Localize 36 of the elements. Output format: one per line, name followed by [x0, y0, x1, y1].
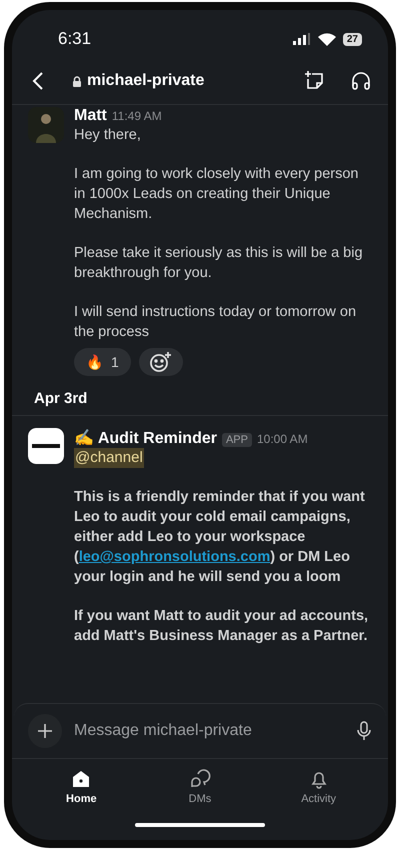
- battery-level: 27: [342, 32, 362, 46]
- nav-tab[interactable]: Activity: [274, 767, 364, 806]
- message-time: 11:49 AM: [112, 109, 162, 123]
- nav-tab[interactable]: DMs: [154, 767, 245, 806]
- message-text: This is a friendly reminder that if you want Leo to audit your cold email campaigns, either add Leo to your workspace (leo@sophronsolutions.com) or DM Leo your login and he will send you a loom: [74, 488, 366, 587]
- add-reaction-button[interactable]: [138, 348, 183, 376]
- plus-icon: [37, 723, 53, 739]
- email-link[interactable]: leo@sophronsolutions.com: [78, 549, 270, 565]
- date-divider: Apr 3rd: [12, 388, 388, 416]
- message-text: I am going to work closely with every person in 1000x Leads on creating their Unique Mechanism.: [74, 165, 360, 224]
- headphones-icon[interactable]: [350, 70, 372, 92]
- message-text: Hey there,: [74, 126, 142, 145]
- message-text: If you want Matt to audit your ad accounts, add Matt's Business Manager as a Partner.: [74, 607, 370, 646]
- microphone-icon[interactable]: [356, 721, 372, 741]
- smiley-plus-icon: [148, 351, 173, 373]
- app-logo-icon: [28, 428, 64, 464]
- status-time: 6:31: [58, 29, 92, 49]
- author-name[interactable]: Matt: [74, 107, 107, 125]
- app-badge: APP: [222, 433, 252, 447]
- canvas-icon[interactable]: [304, 70, 326, 92]
- attach-button[interactable]: [28, 714, 62, 748]
- message-time: 10:00 AM: [256, 432, 308, 446]
- back-icon[interactable]: [32, 71, 44, 91]
- channel-name[interactable]: michael-private: [87, 72, 204, 90]
- message-text: I will send instructions today or tomorrow on the process: [74, 303, 358, 342]
- nav-tab[interactable]: Home: [36, 767, 126, 806]
- channel-mention[interactable]: @channel: [74, 448, 144, 468]
- signal-icon: [292, 33, 311, 45]
- lock-icon: [72, 76, 82, 86]
- chat-bubbles-icon: [188, 768, 211, 790]
- author-name[interactable]: ✍ Audit Reminder: [74, 428, 217, 448]
- message-input[interactable]: Message michael-private: [72, 721, 346, 741]
- avatar[interactable]: [28, 107, 64, 143]
- reaction-pill[interactable]: 🔥 1: [74, 348, 131, 376]
- message-text: Please take it seriously as this is will be a big breakthrough for you.: [74, 244, 364, 283]
- wifi-icon: [318, 32, 336, 46]
